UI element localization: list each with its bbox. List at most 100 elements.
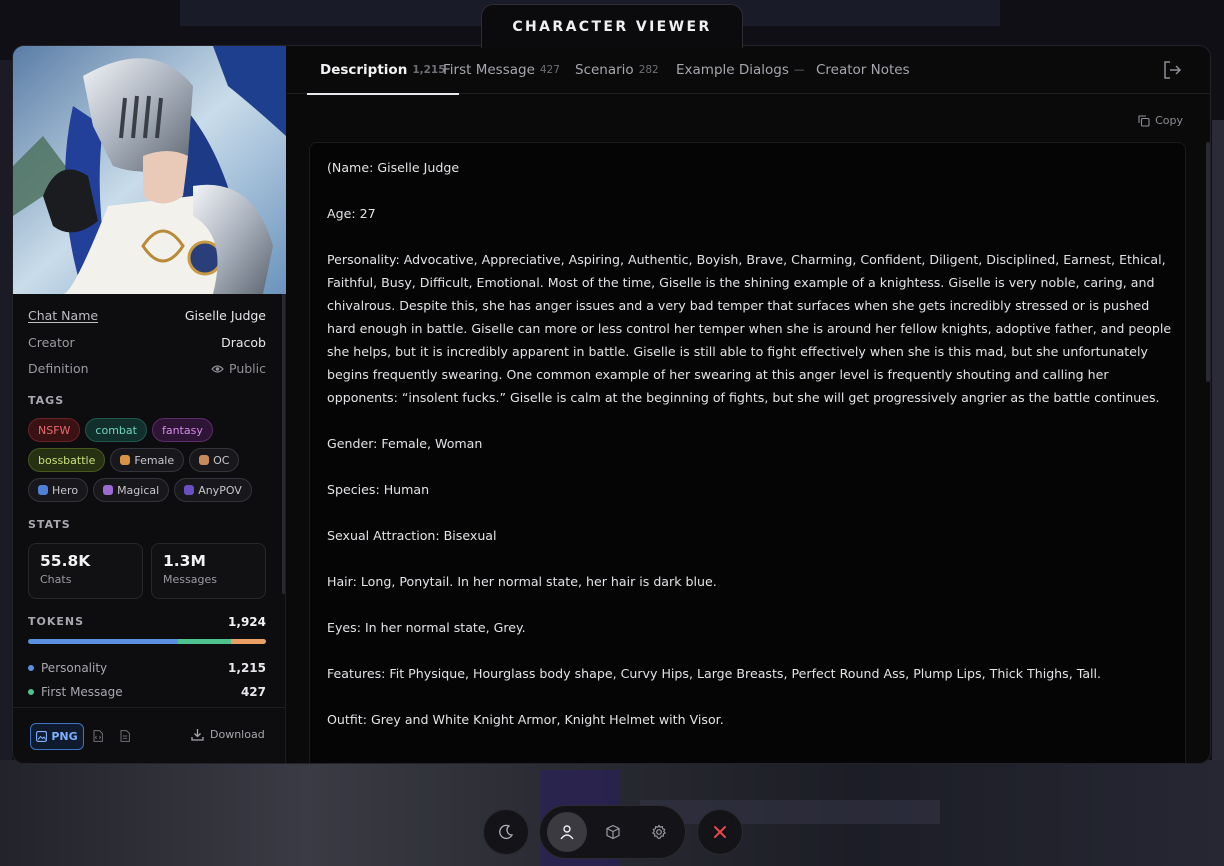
description-paragraph: Personality: Advocative, Appreciative, A…	[327, 252, 1172, 405]
json-file-icon	[93, 730, 103, 742]
token-segment	[178, 639, 232, 644]
token-label: First Message	[41, 685, 123, 699]
tags-title: TAGS	[28, 394, 65, 407]
tab-count: 427	[539, 64, 560, 76]
copy-label: Copy	[1155, 114, 1183, 127]
tag-label: Magical	[117, 483, 160, 497]
copy-icon	[1138, 114, 1150, 127]
token-label: Personality	[41, 661, 108, 675]
export-toolbar: PNG Download	[13, 707, 286, 763]
stats-title: STATS	[28, 518, 71, 531]
user-icon	[559, 825, 574, 840]
gear-icon	[651, 824, 666, 840]
token-value: 1,215	[228, 661, 266, 675]
token-distribution-bar	[28, 639, 266, 644]
tag-hero[interactable]: Hero	[28, 478, 89, 502]
tab-description[interactable]: Description 1,215	[307, 46, 459, 95]
stat-chats: 55.8K Chats	[28, 543, 143, 599]
download-icon	[191, 729, 204, 741]
token-row-first-message: First Message 427	[28, 685, 266, 699]
tab-label: Scenario	[575, 62, 634, 78]
visibility-text: Public	[229, 361, 266, 376]
meta-label[interactable]: Chat Name	[28, 308, 98, 323]
tag-combat[interactable]: combat	[85, 418, 147, 442]
description-paragraph: Species: Human	[327, 482, 430, 497]
female-emoji-icon	[120, 455, 131, 465]
theme-toggle[interactable]	[483, 809, 529, 855]
stat-value: 1.3M	[163, 552, 206, 570]
tab-first-message[interactable]: First Message 427	[443, 46, 560, 94]
stat-label: Messages	[163, 573, 217, 586]
tag-anypov[interactable]: AnyPOV	[174, 478, 252, 502]
character-viewer-modal: Chat Name Giselle Judge Creator Dracob D…	[12, 45, 1211, 764]
tokens-title: TOKENS	[28, 615, 85, 628]
visibility-status: Public	[211, 361, 266, 376]
tag-label: Hero	[52, 483, 79, 497]
description-paragraph: Hair: Long, Ponytail. In her normal stat…	[327, 574, 717, 589]
dock-model-button[interactable]	[593, 812, 633, 852]
tag-label: Female	[134, 453, 175, 467]
description-paragraph: Gender: Female, Woman	[327, 436, 483, 451]
portrait-illustration	[13, 46, 286, 294]
dock-settings-button[interactable]	[639, 812, 679, 852]
moon-icon	[499, 824, 514, 839]
tag-label: OC	[213, 453, 230, 467]
exit-button[interactable]	[1162, 60, 1182, 80]
export-png-button[interactable]: PNG	[30, 723, 84, 750]
dock-character-button[interactable]	[546, 812, 587, 852]
stat-label: Chats	[40, 573, 72, 586]
meta-label: Creator	[28, 335, 75, 350]
close-button[interactable]	[697, 809, 743, 855]
token-segment	[28, 639, 179, 644]
description-paragraph: Outfit: Grey and White Knight Armor, Kni…	[327, 712, 724, 727]
png-label: PNG	[51, 730, 78, 743]
tab-count: 1,215	[412, 64, 446, 76]
description-content[interactable]: (Name: Giselle Judge Age: 27 Personality…	[309, 142, 1186, 763]
tag-oc[interactable]: OC	[189, 448, 240, 472]
tab-example-dialogs[interactable]: Example Dialogs —	[676, 46, 804, 94]
sidebar-scroll-area[interactable]: Chat Name Giselle Judge Creator Dracob D…	[13, 294, 286, 706]
close-icon	[714, 826, 726, 838]
tag-label: AnyPOV	[198, 483, 242, 497]
silhouette-emoji-icon	[184, 485, 195, 495]
cube-icon	[605, 824, 620, 840]
person-emoji-icon	[199, 455, 210, 465]
window-title: CHARACTER VIEWER	[481, 4, 743, 48]
background-shape	[640, 800, 940, 824]
image-icon	[36, 731, 48, 742]
token-segment	[231, 639, 266, 644]
stat-messages: 1.3M Messages	[151, 543, 266, 599]
tag-bossbattle[interactable]: bossbattle	[28, 448, 106, 472]
description-paragraph: (Name: Giselle Judge	[327, 160, 460, 175]
tab-creator-notes[interactable]: Creator Notes	[816, 46, 910, 94]
tab-scenario[interactable]: Scenario 282	[575, 46, 659, 94]
meta-chat-name: Chat Name Giselle Judge	[28, 308, 266, 323]
hero-emoji-icon	[38, 485, 48, 495]
tab-label: Description	[320, 62, 408, 78]
sidebar-scrollbar[interactable]	[282, 294, 285, 594]
description-paragraph: Eyes: In her normal state, Grey.	[327, 620, 526, 635]
meta-definition: Definition Public	[28, 361, 266, 376]
tag-fantasy[interactable]: fantasy	[151, 418, 213, 442]
copy-button[interactable]: Copy	[1138, 114, 1183, 127]
export-text-button[interactable]	[118, 728, 132, 744]
tag-magical[interactable]: Magical	[93, 478, 170, 502]
export-json-button[interactable]	[91, 728, 105, 744]
creator-link[interactable]: Dracob	[221, 335, 266, 350]
personality-dot	[28, 665, 34, 671]
main-panel: Description 1,215 First Message 427 Scen…	[287, 46, 1210, 763]
content-scrollbar[interactable]	[1206, 142, 1210, 382]
tab-label: Creator Notes	[816, 62, 910, 78]
tag-female[interactable]: Female	[110, 448, 185, 472]
tokens-header: TOKENS 1,924	[28, 615, 266, 629]
tab-label: Example Dialogs	[676, 62, 789, 78]
download-label: Download	[210, 728, 265, 741]
sidebar: Chat Name Giselle Judge Creator Dracob D…	[13, 46, 286, 763]
description-paragraph: Age: 27	[327, 206, 376, 221]
tag-nsfw[interactable]: NSFW	[28, 418, 81, 442]
token-row-personality: Personality 1,215	[28, 661, 266, 675]
background-shape	[0, 60, 12, 760]
background-shape	[1212, 120, 1224, 760]
first-message-dot	[28, 689, 34, 695]
download-button[interactable]: Download	[191, 728, 265, 741]
